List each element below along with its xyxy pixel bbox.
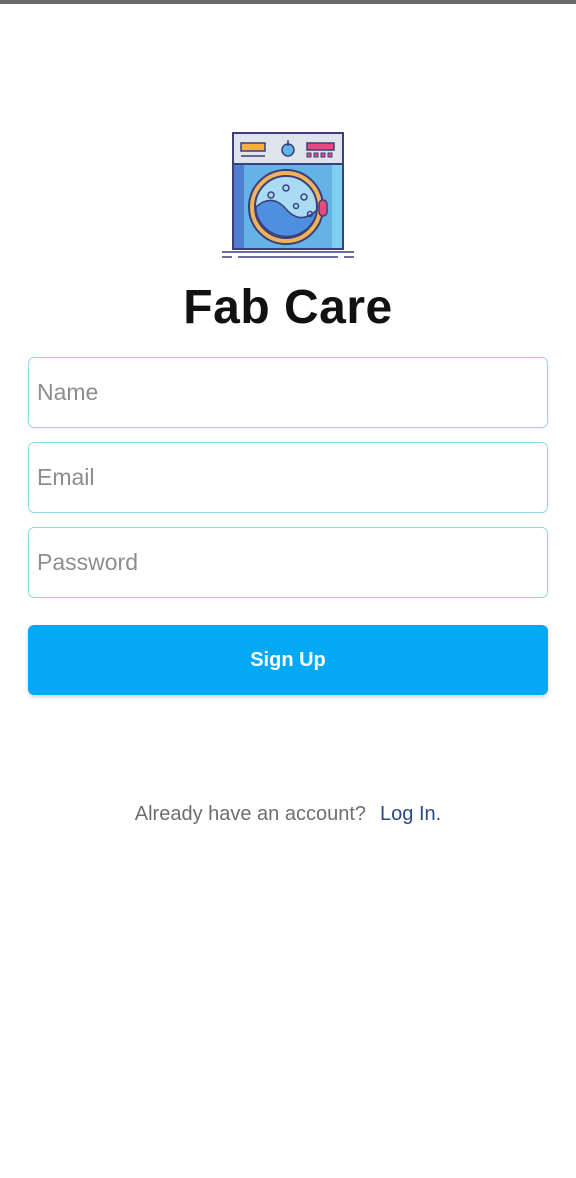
name-field[interactable] (28, 357, 548, 428)
login-prompt-text: Already have an account? (134, 803, 367, 825)
sign-up-button[interactable]: Sign Up (28, 625, 548, 695)
password-field[interactable] (28, 527, 548, 598)
signup-screen: Fab Care Sign Up Already have an account… (0, 0, 576, 1178)
app-title: Fab Care (183, 281, 393, 334)
login-prompt-row: Already have an account? Log In. (0, 803, 576, 826)
email-field[interactable] (28, 442, 548, 513)
status-bar-strip (0, 0, 576, 4)
washing-machine-icon (220, 131, 356, 259)
log-in-link[interactable]: Log In. (380, 803, 441, 825)
